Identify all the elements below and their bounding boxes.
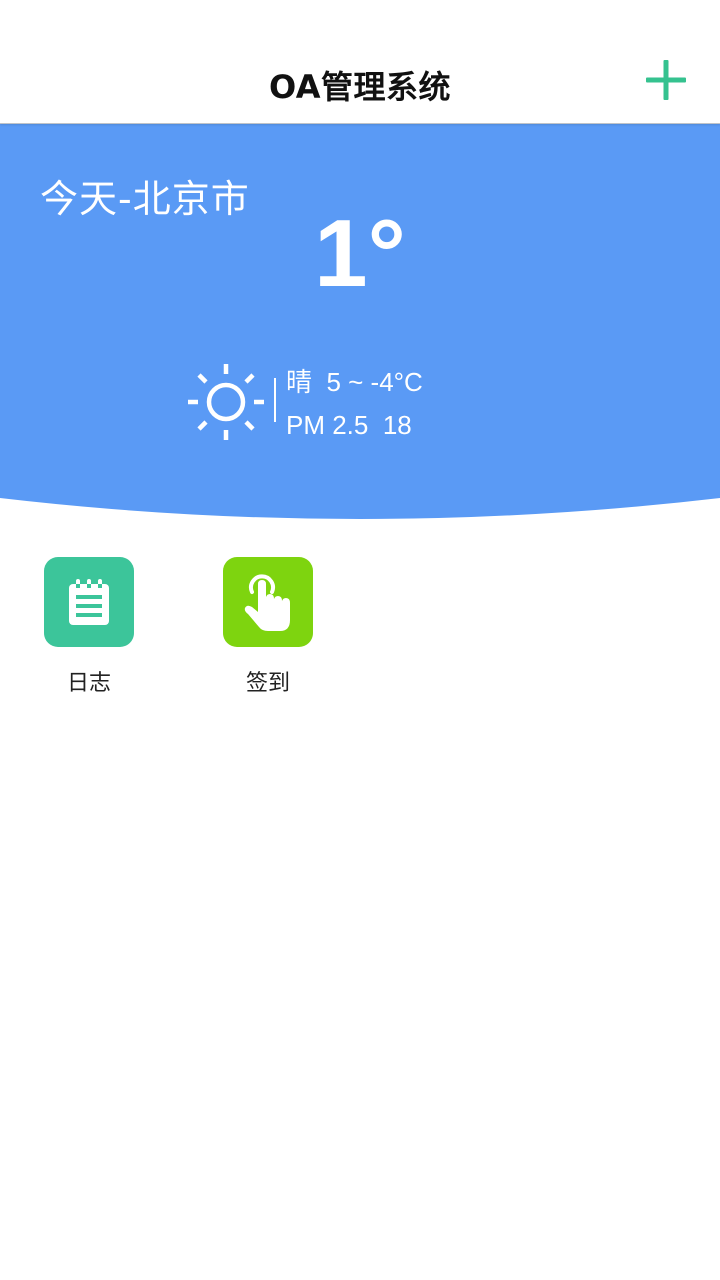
app-item-checkin[interactable]: 签到	[223, 557, 313, 697]
sun-icon	[188, 364, 264, 440]
weather-panel: 今天-北京市 1° 晴 5 ~ -4°C PM 2.5 18	[0, 124, 720, 524]
app-screen: OA管理系统 今天-北京市 1° 晴 5 ~ -4°C PM 2.5 18 日志…	[0, 0, 720, 1280]
app-label-log: 日志	[66, 671, 111, 696]
top-bar: OA管理系统	[0, 0, 720, 124]
plus-icon	[646, 60, 686, 100]
page-title: OA管理系统	[268, 68, 452, 106]
tap-hand-icon	[244, 574, 290, 631]
notepad-icon	[69, 579, 109, 625]
app-label-checkin: 签到	[245, 671, 290, 696]
weather-condition: 晴 5 ~ -4°C	[286, 367, 423, 397]
air-quality-pm25: PM 2.5 18	[286, 410, 412, 440]
weather-divider	[274, 378, 276, 422]
add-button[interactable]	[642, 56, 690, 104]
weather-temperature: 1°	[314, 200, 406, 307]
checkin-app-tile	[223, 557, 313, 647]
log-app-tile	[44, 557, 134, 647]
app-item-log[interactable]: 日志	[44, 557, 134, 697]
